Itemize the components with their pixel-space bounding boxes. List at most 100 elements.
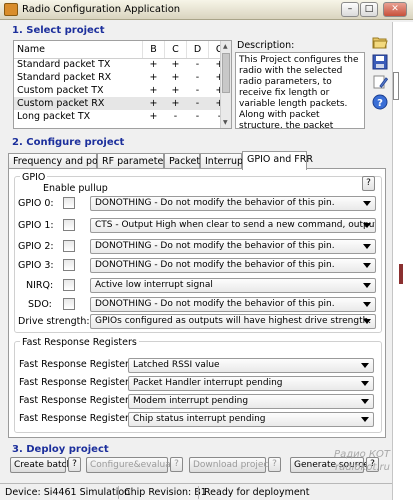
chevron-down-icon	[361, 381, 369, 386]
gpio3-select[interactable]: DONOTHING - Do not modify the behavior o…	[90, 258, 376, 273]
status-chip-revision: Chip Revision: B1	[124, 487, 207, 498]
configure-evaluate-button[interactable]: Configure&evaluate	[86, 457, 180, 473]
table-row[interactable]: Standard packet TX + + - +	[14, 58, 231, 71]
watermark: Радио КОТ radiokot.ru	[322, 448, 390, 486]
frr-a-label: Fast Response Register A:	[19, 359, 142, 370]
tab-packet[interactable]: Packet	[164, 153, 200, 169]
configure-evaluate-help-button[interactable]: ?	[170, 457, 183, 472]
create-batch-help-button[interactable]: ?	[68, 457, 81, 472]
drive-strength-label: Drive strength:	[18, 316, 90, 327]
support-d: -	[186, 97, 209, 110]
help-icon[interactable]: ?	[372, 94, 388, 110]
support-c: +	[171, 72, 180, 83]
open-folder-icon[interactable]	[372, 34, 388, 50]
table-row[interactable]: Standard packet RX + + - +	[14, 71, 231, 84]
maximize-icon[interactable]: □	[360, 2, 378, 17]
support-d: -	[195, 72, 200, 83]
table-row-selected[interactable]: Custom packet RX + + - +	[14, 97, 231, 110]
frr-a-select[interactable]: Latched RSSI value	[128, 358, 374, 373]
nirq-value: Active low interrupt signal	[95, 280, 213, 290]
status-divider	[198, 486, 199, 499]
watermark-line1: Радио КОТ	[334, 449, 390, 460]
title-bar: Radio Configuration Application – □ ✕	[0, 0, 413, 20]
tab-frequency-power[interactable]: Frequency and power	[8, 153, 115, 169]
gpio1-value: CTS - Output High when clear to send a n…	[95, 220, 376, 230]
support-b: +	[142, 97, 165, 110]
frr-b-select[interactable]: Packet Handler interrupt pending	[128, 376, 374, 391]
description-label: Description:	[237, 40, 295, 51]
drive-strength-select[interactable]: GPIOs configured as outputs will have hi…	[90, 314, 376, 329]
window-title: Radio Configuration Application	[22, 4, 181, 15]
app-icon	[4, 3, 18, 16]
chevron-down-icon	[363, 283, 371, 288]
gpio0-label: GPIO 0:	[18, 198, 54, 209]
tab-rf-parameters[interactable]: RF parameters	[97, 153, 172, 169]
sdo-label: SDO:	[28, 299, 52, 310]
sdo-select[interactable]: DONOTHING - Do not modify the behavior o…	[90, 297, 376, 312]
gpio-group-label: GPIO	[20, 172, 48, 183]
gpio1-label: GPIO 1:	[18, 220, 54, 231]
side-panel-tab[interactable]	[393, 72, 399, 100]
gpio3-pullup-checkbox[interactable]	[63, 259, 75, 271]
scroll-thumb[interactable]	[222, 53, 230, 93]
support-d: -	[195, 59, 200, 71]
project-name: Standard packet TX	[17, 59, 111, 71]
support-c: +	[171, 85, 180, 96]
nirq-label: NIRQ:	[26, 280, 54, 291]
gpio1-select[interactable]: CTS - Output High when clear to send a n…	[90, 218, 376, 233]
sdo-pullup-checkbox[interactable]	[63, 298, 75, 310]
nirq-pullup-checkbox[interactable]	[63, 279, 75, 291]
scroll-up-icon[interactable]: ▲	[223, 43, 228, 50]
table-row[interactable]: Custom packet TX + + - +	[14, 84, 231, 97]
frr-d-select[interactable]: Chip status interrupt pending	[128, 412, 374, 427]
download-project-help-button[interactable]: ?	[268, 457, 281, 472]
column-header-c[interactable]: C	[164, 41, 187, 59]
project-name: Standard packet RX	[17, 72, 112, 83]
chevron-down-icon	[363, 201, 371, 206]
gpio3-value: DONOTHING - Do not modify the behavior o…	[95, 260, 335, 270]
gpio-help-button[interactable]: ?	[362, 176, 375, 191]
nirq-select[interactable]: Active low interrupt signal	[90, 278, 376, 293]
gpio2-label: GPIO 2:	[18, 241, 54, 252]
tab-interrupts[interactable]: Interrupts	[200, 153, 252, 169]
chevron-down-icon	[363, 319, 371, 324]
minimize-icon[interactable]: –	[341, 2, 359, 17]
gpio1-pullup-checkbox[interactable]	[63, 219, 75, 231]
chevron-down-icon	[363, 223, 371, 228]
support-b: +	[149, 59, 158, 71]
status-bar: Device: Si4461 Simulation Chip Revision:…	[0, 483, 392, 500]
column-header-name[interactable]: Name	[14, 41, 143, 59]
frr-a-value: Latched RSSI value	[133, 360, 220, 370]
table-scrollbar[interactable]: ▲ ▼	[220, 41, 231, 128]
scroll-down-icon[interactable]: ▼	[223, 119, 228, 126]
column-header-d[interactable]: D	[186, 41, 209, 59]
close-icon[interactable]: ✕	[383, 2, 407, 17]
column-header-b[interactable]: B	[142, 41, 165, 59]
gpio0-pullup-checkbox[interactable]	[63, 197, 75, 209]
select-project-heading: 1. Select project	[12, 25, 105, 36]
project-table[interactable]: Name B C D G Standard packet TX + + - + …	[13, 40, 232, 129]
side-panel	[392, 22, 413, 500]
edit-icon[interactable]	[372, 74, 388, 90]
gpio2-pullup-checkbox[interactable]	[63, 240, 75, 252]
support-c: -	[173, 111, 178, 122]
project-name: Long packet TX	[17, 111, 91, 122]
status-device: Device: Si4461 Simulation	[5, 487, 131, 498]
support-b: +	[149, 85, 158, 96]
tab-gpio-frr[interactable]: GPIO and FRR	[242, 151, 313, 170]
create-batch-button[interactable]: Create batch	[10, 457, 72, 473]
frr-b-label: Fast Response Register B:	[19, 377, 142, 388]
chevron-down-icon	[363, 244, 371, 249]
sdo-value: DONOTHING - Do not modify the behavior o…	[95, 299, 335, 309]
save-icon[interactable]	[372, 54, 388, 70]
svg-text:?: ?	[377, 98, 383, 109]
gpio0-select[interactable]: DONOTHING - Do not modify the behavior o…	[90, 196, 376, 211]
description-box: This Project configures the radio with t…	[235, 52, 365, 129]
gpio2-select[interactable]: DONOTHING - Do not modify the behavior o…	[90, 239, 376, 254]
splitter-grip[interactable]	[399, 264, 403, 284]
enable-pullup-label: Enable pullup	[43, 183, 108, 194]
table-row[interactable]: Long packet TX + - - -	[14, 110, 231, 123]
frr-c-select[interactable]: Modem interrupt pending	[128, 394, 374, 409]
frr-d-value: Chip status interrupt pending	[133, 414, 266, 424]
download-project-button[interactable]: Download project	[189, 457, 272, 473]
